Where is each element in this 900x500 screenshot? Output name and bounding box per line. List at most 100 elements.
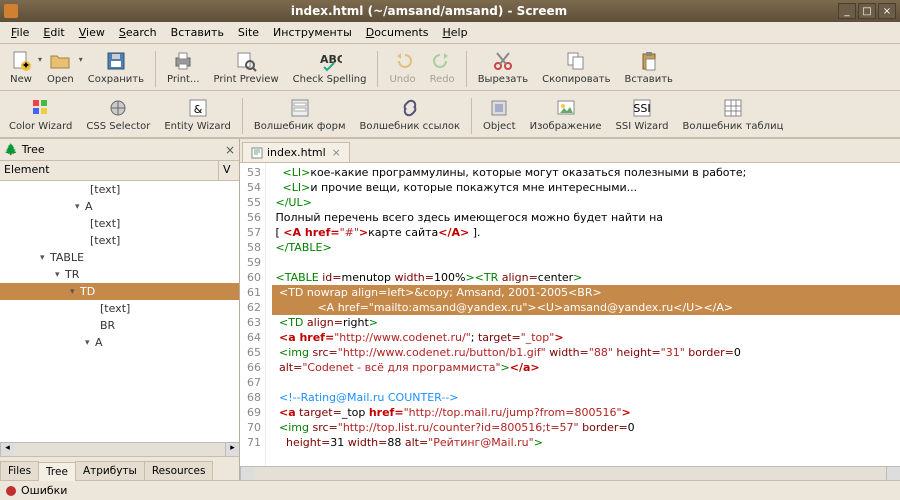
line-number: 62 bbox=[240, 300, 261, 315]
code-line[interactable]: </UL> bbox=[272, 195, 900, 210]
expand-arrow-icon[interactable]: ▾ bbox=[55, 270, 65, 280]
tree-node[interactable]: BR bbox=[0, 317, 239, 334]
code-line[interactable]: <!--Rating@Mail.ru COUNTER--> bbox=[272, 390, 900, 405]
tree-icon: 🌲 bbox=[4, 143, 18, 156]
cut-button[interactable]: Вырезать bbox=[471, 47, 535, 87]
code-line[interactable]: <TABLE id=menutop width=100%><TR align=c… bbox=[272, 270, 900, 285]
scroll-right-icon[interactable]: ▸ bbox=[225, 443, 239, 456]
table-wizard-button[interactable]: Волшебник таблиц bbox=[675, 94, 790, 134]
tree-node[interactable]: ▾A bbox=[0, 198, 239, 215]
form-wizard-button[interactable]: Волшебник форм bbox=[247, 94, 353, 134]
cut-icon bbox=[491, 49, 515, 73]
paste-button[interactable]: Вставить bbox=[618, 47, 680, 87]
color-wizard-button[interactable]: Color Wizard bbox=[2, 94, 79, 134]
menu-view[interactable]: View bbox=[72, 24, 112, 41]
tree-col-element[interactable]: Element bbox=[0, 161, 219, 180]
file-new-button[interactable]: ✦▾New bbox=[2, 47, 40, 87]
code-line[interactable]: <a target=_top href="http://top.mail.ru/… bbox=[272, 405, 900, 420]
sidebar-close-icon[interactable]: × bbox=[225, 143, 235, 157]
code-line[interactable]: </TABLE> bbox=[272, 240, 900, 255]
menu-вставить[interactable]: Вставить bbox=[164, 24, 231, 41]
tree-node[interactable]: [text] bbox=[0, 232, 239, 249]
expand-arrow-icon[interactable]: ▾ bbox=[70, 287, 80, 297]
line-number: 68 bbox=[240, 390, 261, 405]
tree-node[interactable]: [text] bbox=[0, 300, 239, 317]
spellcheck-button[interactable]: ABCCheck Spelling bbox=[286, 47, 374, 87]
code-editor[interactable]: 53545556575859606162636465666768697071 <… bbox=[240, 163, 900, 466]
tree-node-label: [text] bbox=[100, 302, 130, 315]
menu-site[interactable]: Site bbox=[231, 24, 266, 41]
line-number: 56 bbox=[240, 210, 261, 225]
code-line[interactable]: [ <A href="#">карте сайта</A> ]. bbox=[272, 225, 900, 240]
sidebar-tab-resources[interactable]: Resources bbox=[144, 461, 214, 480]
menu-инструменты[interactable]: Инструменты bbox=[266, 24, 359, 41]
code-line[interactable]: <TD align=right> bbox=[272, 315, 900, 330]
scroll-left-icon[interactable]: ◂ bbox=[0, 443, 14, 456]
line-number: 55 bbox=[240, 195, 261, 210]
expand-arrow-icon[interactable]: ▾ bbox=[85, 338, 95, 348]
save-button[interactable]: Сохранить bbox=[81, 47, 151, 87]
tree-node[interactable]: ▾TABLE bbox=[0, 249, 239, 266]
menu-file[interactable]: File bbox=[4, 24, 36, 41]
tree-node[interactable]: ▾A bbox=[0, 334, 239, 351]
close-button[interactable]: × bbox=[878, 3, 896, 19]
status-label[interactable]: Ошибки bbox=[21, 484, 67, 497]
code-line[interactable]: <TD nowrap align=left>&copy; Amsand, 200… bbox=[272, 285, 900, 300]
maximize-button[interactable]: □ bbox=[858, 3, 876, 19]
css-selector-button[interactable]: CSS Selector bbox=[79, 94, 157, 134]
link-wizard-button[interactable]: Волшебник ссылок bbox=[352, 94, 467, 134]
tree-hscroll[interactable]: ◂ ▸ bbox=[0, 442, 239, 456]
menu-edit[interactable]: Edit bbox=[36, 24, 71, 41]
code-line[interactable]: <A href="mailto:amsand@yandex.ru"><U>ams… bbox=[272, 300, 900, 315]
tree-node[interactable]: ▾TR bbox=[0, 266, 239, 283]
save-icon bbox=[104, 49, 128, 73]
ssi-wizard-button[interactable]: SSISSI Wizard bbox=[609, 94, 676, 134]
tree-col-v[interactable]: V bbox=[219, 161, 239, 180]
printer-button[interactable]: Print... bbox=[160, 47, 207, 87]
menu-documents[interactable]: Documents bbox=[359, 24, 436, 41]
code-line[interactable]: <a href="http://www.codenet.ru/"; target… bbox=[272, 330, 900, 345]
sidebar-tab-files[interactable]: Files bbox=[0, 461, 39, 480]
toolbar-separator bbox=[471, 98, 472, 134]
code-line[interactable]: <img src="http://top.list.ru/counter?id=… bbox=[272, 420, 900, 435]
line-number: 58 bbox=[240, 240, 261, 255]
image-wizard-button[interactable]: Изображение bbox=[523, 94, 609, 134]
tree-node[interactable]: [text] bbox=[0, 181, 239, 198]
entity-wizard-button[interactable]: &Entity Wizard bbox=[157, 94, 237, 134]
menu-help[interactable]: Help bbox=[436, 24, 475, 41]
sidebar-tab-tree[interactable]: Tree bbox=[38, 462, 76, 481]
scroll-track[interactable] bbox=[14, 443, 225, 456]
statusbar: Ошибки bbox=[0, 480, 900, 500]
code-line[interactable]: alt="Codenet - всё для программиста"></a… bbox=[272, 360, 900, 375]
tree-node-label: A bbox=[85, 200, 93, 213]
code-area[interactable]: <LI>кое-какие программулины, которые мог… bbox=[266, 163, 900, 466]
tree-node[interactable]: ▾TD bbox=[0, 283, 239, 300]
editor-hscroll[interactable] bbox=[240, 466, 900, 480]
scroll-left-icon[interactable] bbox=[240, 467, 254, 480]
wizard-toolbar: Color WizardCSS Selector&Entity WizardВо… bbox=[0, 91, 900, 138]
scroll-track[interactable] bbox=[254, 467, 886, 480]
tree-node[interactable]: [text] bbox=[0, 215, 239, 232]
error-indicator-icon[interactable] bbox=[6, 486, 16, 496]
print-preview-button[interactable]: Print Preview bbox=[207, 47, 286, 87]
tree-view[interactable]: [text]▾A[text][text]▾TABLE▾TR▾TD[text]BR… bbox=[0, 181, 239, 442]
folder-open-button[interactable]: ▾Open bbox=[40, 47, 81, 87]
minimize-button[interactable]: _ bbox=[838, 3, 856, 19]
code-line[interactable]: <img src="http://www.codenet.ru/button/b… bbox=[272, 345, 900, 360]
tab-close-icon[interactable]: × bbox=[332, 146, 341, 159]
code-line[interactable] bbox=[272, 255, 900, 270]
code-line[interactable]: <LI>и прочие вещи, которые покажутся мне… bbox=[272, 180, 900, 195]
copy-button[interactable]: Скопировать bbox=[535, 47, 617, 87]
expand-arrow-icon[interactable]: ▾ bbox=[40, 253, 50, 263]
sidebar-tab-атрибуты[interactable]: Атрибуты bbox=[75, 461, 145, 480]
expand-arrow-icon[interactable]: ▾ bbox=[75, 202, 85, 212]
code-line[interactable]: Полный перечень всего здесь имеющегося м… bbox=[272, 210, 900, 225]
code-line[interactable] bbox=[272, 375, 900, 390]
editor-tab[interactable]: index.html × bbox=[242, 142, 350, 162]
scroll-right-icon[interactable] bbox=[886, 467, 900, 480]
object-button[interactable]: Object bbox=[476, 94, 523, 134]
menu-search[interactable]: Search bbox=[112, 24, 164, 41]
tree-node-label: TR bbox=[65, 268, 79, 281]
code-line[interactable]: height=31 width=88 alt="Рейтинг@Mail.ru"… bbox=[272, 435, 900, 450]
code-line[interactable]: <LI>кое-какие программулины, которые мог… bbox=[272, 165, 900, 180]
